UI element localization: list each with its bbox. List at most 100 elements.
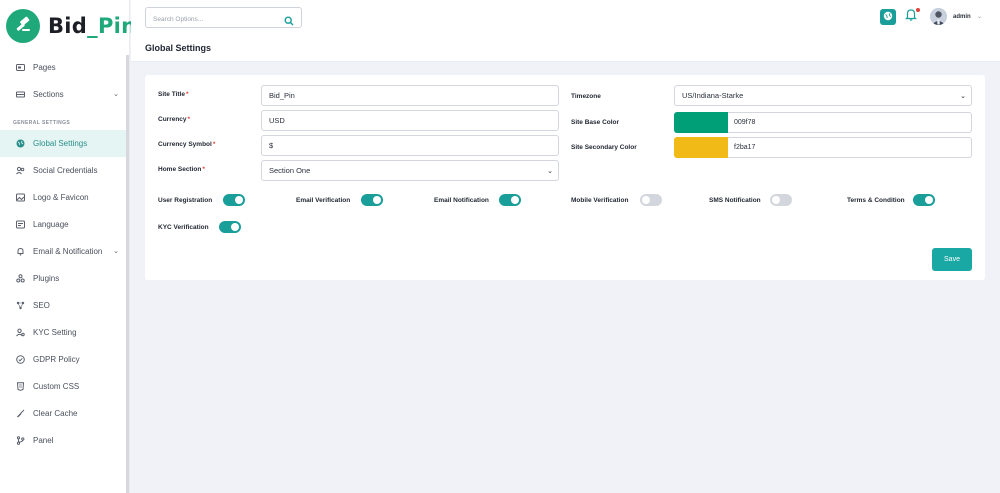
user-registration-toggle[interactable]	[223, 194, 245, 206]
globe-icon	[16, 139, 25, 148]
sidebar-item-label: Pages	[33, 63, 56, 72]
sidebar-item-label: GDPR Policy	[33, 355, 80, 364]
currency-symbol-label: Currency Symbol*	[158, 141, 216, 148]
kyc-verification-label: KYC Verification	[158, 224, 209, 231]
bell-icon	[16, 247, 25, 256]
toggle-knob	[511, 196, 519, 204]
sidebar-item-panel[interactable]: Panel	[0, 427, 127, 454]
sidebar-scrollbar[interactable]	[126, 55, 129, 493]
page-title: Global Settings	[145, 43, 212, 53]
currency-field[interactable]: USD	[261, 110, 559, 131]
gavel-icon	[6, 9, 40, 43]
site-title-field[interactable]: Bid_Pin	[261, 85, 559, 106]
sms-notification-toggle[interactable]	[770, 194, 792, 206]
mobile-verification-label: Mobile Verification	[571, 197, 629, 204]
secondary-color-field[interactable]: f2ba17	[728, 137, 972, 158]
check-circle-icon	[16, 355, 25, 364]
chevron-down-icon: ⌄	[113, 91, 119, 98]
sidebar: Bid_Pin Pages Sections ⌄ GENERAL SETTING…	[0, 0, 136, 493]
search-icon[interactable]	[284, 13, 294, 31]
home-section-select[interactable]: Section One ⌄	[261, 160, 559, 181]
email-verification-toggle[interactable]	[361, 194, 383, 206]
toggle-knob	[231, 223, 239, 231]
toggle-knob	[772, 196, 780, 204]
sidebar-nav: Pages Sections ⌄ GENERAL SETTINGS Global…	[0, 54, 127, 454]
user-name[interactable]: admin	[953, 14, 971, 20]
chevron-down-icon: ⌄	[547, 168, 553, 175]
image-icon	[16, 193, 25, 202]
save-button[interactable]: Save	[932, 248, 972, 271]
toggle-knob	[235, 196, 243, 204]
search-box	[145, 7, 302, 31]
brand-name: Bid_Pin	[48, 14, 136, 38]
sidebar-item-global-settings[interactable]: Global Settings	[0, 130, 127, 157]
toggle-knob	[925, 196, 933, 204]
sidebar-item-plugins[interactable]: Plugins	[0, 265, 127, 292]
plugins-icon	[16, 274, 25, 283]
sidebar-item-email-notification[interactable]: Email & Notification ⌄	[0, 238, 127, 265]
sidebar-item-label: Global Settings	[33, 139, 88, 148]
brand-separator: _	[87, 14, 98, 38]
sidebar-item-label: Social Credentials	[33, 166, 98, 175]
timezone-select[interactable]: US/Indiana-Starke ⌄	[674, 85, 972, 106]
language-icon	[16, 220, 25, 229]
terms-condition-label: Terms & Condition	[847, 197, 905, 204]
sidebar-item-label: SEO	[33, 301, 50, 310]
currency-symbol-field[interactable]: $	[261, 135, 559, 156]
global-settings-card: Site Title* Bid_Pin Currency* USD Curren…	[145, 75, 985, 280]
secondary-color-swatch[interactable]	[674, 137, 728, 158]
email-verification-label: Email Verification	[296, 197, 351, 204]
sidebar-item-language[interactable]: Language	[0, 211, 127, 238]
sidebar-item-social-credentials[interactable]: Social Credentials	[0, 157, 127, 184]
sidebar-item-gdpr-policy[interactable]: GDPR Policy	[0, 346, 127, 373]
home-section-label: Home Section*	[158, 166, 205, 173]
sidebar-item-label: KYC Setting	[33, 328, 77, 337]
kyc-verification-toggle[interactable]	[219, 221, 241, 233]
base-color-swatch[interactable]	[674, 112, 728, 133]
base-color-label: Site Base Color	[571, 119, 620, 126]
base-color-field[interactable]: 009f78	[728, 112, 972, 133]
email-notification-toggle[interactable]	[499, 194, 521, 206]
mobile-verification-toggle[interactable]	[640, 194, 662, 206]
sidebar-item-seo[interactable]: SEO	[0, 292, 127, 319]
pages-icon	[16, 63, 25, 72]
sidebar-item-clear-cache[interactable]: Clear Cache	[0, 400, 127, 427]
sidebar-item-label: Logo & Favicon	[33, 193, 89, 202]
sidebar-item-label: Panel	[33, 436, 54, 445]
user-registration-label: User Registration	[158, 197, 213, 204]
users-icon	[16, 166, 25, 175]
site-title-label: Site Title*	[158, 91, 189, 98]
toggle-knob	[642, 196, 650, 204]
nav-section-header: GENERAL SETTINGS	[13, 120, 71, 126]
sidebar-item-label: Custom CSS	[33, 382, 80, 391]
chevron-down-icon[interactable]: ⌄	[977, 13, 982, 20]
timezone-label: Timezone	[571, 93, 601, 100]
avatar[interactable]	[930, 8, 947, 25]
brand-name-part1: Bid	[48, 14, 88, 38]
sidebar-item-sections[interactable]: Sections ⌄	[0, 81, 127, 108]
toggle-knob	[373, 196, 381, 204]
seo-icon	[16, 301, 25, 310]
css-icon	[16, 382, 25, 391]
home-section-value: Section One	[269, 166, 311, 175]
kyc-icon	[16, 328, 25, 337]
secondary-color-label: Site Secondary Color	[571, 144, 637, 151]
broom-icon	[16, 409, 25, 418]
sidebar-item-custom-css[interactable]: Custom CSS	[0, 373, 127, 400]
search-input[interactable]	[146, 10, 266, 29]
website-globe-button[interactable]	[880, 9, 896, 25]
sidebar-item-pages[interactable]: Pages	[0, 54, 127, 81]
sidebar-item-logo-favicon[interactable]: Logo & Favicon	[0, 184, 127, 211]
sidebar-item-label: Plugins	[33, 274, 60, 283]
topbar: Global Settings admin ⌄	[131, 0, 1000, 62]
sidebar-item-kyc-setting[interactable]: KYC Setting	[0, 319, 127, 346]
branch-icon	[16, 436, 25, 445]
terms-condition-toggle[interactable]	[913, 194, 935, 206]
sms-notification-label: SMS Notification	[709, 197, 761, 204]
chevron-down-icon: ⌄	[960, 93, 966, 100]
sections-icon	[16, 90, 25, 99]
brand-logo[interactable]: Bid_Pin	[6, 8, 136, 44]
sidebar-item-label: Clear Cache	[33, 409, 78, 418]
globe-icon	[883, 8, 893, 26]
email-notification-label: Email Notification	[434, 197, 489, 204]
